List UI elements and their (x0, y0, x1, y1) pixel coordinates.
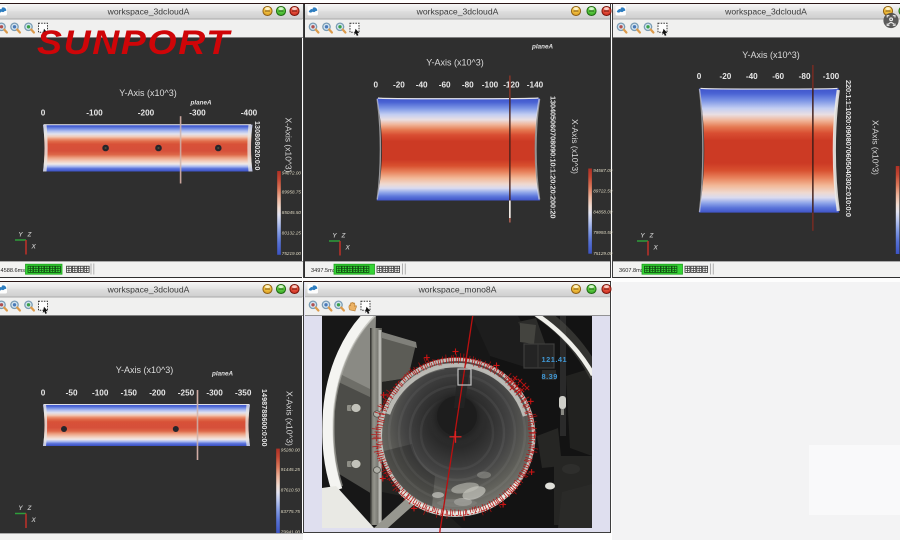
svg-text:3607.8ms: 3607.8ms (619, 268, 644, 274)
svg-text:workspace_3dcloudA: workspace_3dcloudA (416, 7, 499, 17)
svg-text:workspace_mono8A: workspace_mono8A (418, 285, 497, 295)
svg-text:workspace_3dcloudA: workspace_3dcloudA (107, 7, 190, 17)
svg-text:workspace_3dcloudA: workspace_3dcloudA (724, 7, 807, 17)
svg-text:4588.6ms: 4588.6ms (1, 268, 26, 274)
svg-text:workspace_3dcloudA: workspace_3dcloudA (107, 285, 190, 295)
svg-text:3497.5ms: 3497.5ms (311, 268, 336, 274)
